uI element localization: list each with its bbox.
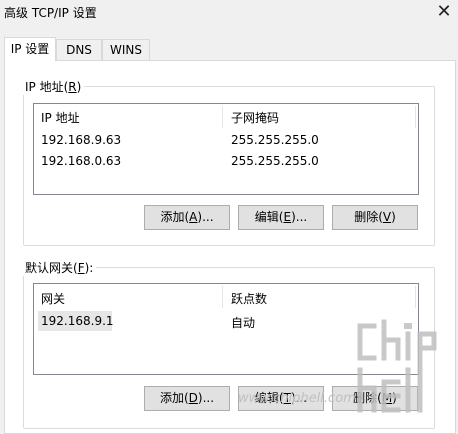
watermark-url: www.chiphell.com xyxy=(238,391,356,406)
default-gateway-group-label: 默认网关(F): xyxy=(22,259,97,276)
ip-address-cell[interactable]: 192.168.9.63 xyxy=(41,133,121,147)
ip-address-group-label: IP 地址(R) xyxy=(22,78,85,95)
close-icon[interactable]: ✕ xyxy=(432,1,456,23)
column-header-subnet-mask[interactable]: 子网掩码 xyxy=(231,109,279,126)
ip-address-list[interactable]: IP 地址 子网掩码 192.168.9.63 255.255.255.0 19… xyxy=(33,103,419,195)
add-ip-button[interactable]: 添加(A)... xyxy=(144,205,230,230)
edit-ip-button[interactable]: 编辑(E)... xyxy=(238,205,324,230)
subnet-mask-cell[interactable]: 255.255.255.0 xyxy=(231,154,319,168)
column-separator[interactable] xyxy=(222,106,223,128)
ip-address-cell[interactable]: 192.168.0.63 xyxy=(41,154,121,168)
window-title: 高级 TCP/IP 设置 xyxy=(4,6,97,20)
subnet-mask-cell[interactable]: 255.255.255.0 xyxy=(231,133,319,147)
chiphell-watermark-logo xyxy=(357,319,437,413)
add-gateway-button[interactable]: 添加(D)... xyxy=(144,386,230,411)
tab-dns[interactable]: DNS xyxy=(56,39,102,60)
column-header-ip-address[interactable]: IP 地址 xyxy=(41,109,80,126)
metric-cell[interactable]: 自动 xyxy=(231,314,255,331)
column-separator[interactable] xyxy=(222,286,223,308)
gateway-cell[interactable]: 192.168.9.1 xyxy=(41,314,114,328)
column-header-metric[interactable]: 跃点数 xyxy=(231,290,267,307)
tab-ip-settings[interactable]: IP 设置 xyxy=(4,37,56,61)
column-header-gateway[interactable]: 网关 xyxy=(41,290,65,307)
column-separator[interactable] xyxy=(415,286,416,308)
tab-wins[interactable]: WINS xyxy=(102,39,150,60)
column-separator[interactable] xyxy=(415,106,416,128)
delete-ip-button[interactable]: 删除(V) xyxy=(332,205,418,230)
